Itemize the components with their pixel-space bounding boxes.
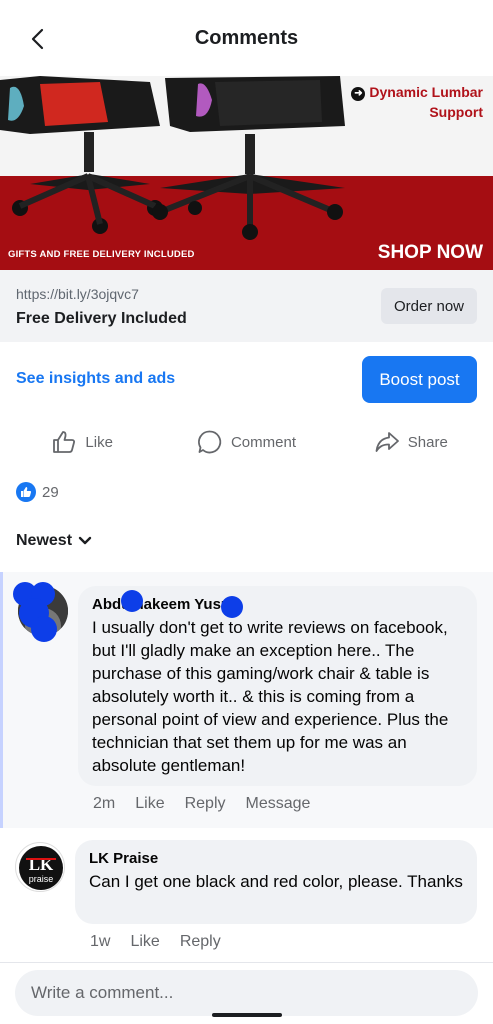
see-insights-link[interactable]: See insights and ads bbox=[16, 370, 175, 388]
chevron-down-icon bbox=[78, 536, 92, 545]
ad-gifts-text: GIFTS AND FREE DELIVERY INCLUDED bbox=[8, 249, 195, 260]
ad-image[interactable]: ➜ Dynamic Lumbar Support GIFTS AND FREE D… bbox=[0, 76, 493, 270]
boost-post-button[interactable]: Boost post bbox=[362, 356, 477, 403]
ad-shop-now-text: SHOP NOW bbox=[377, 242, 483, 263]
back-button[interactable] bbox=[22, 24, 52, 54]
top-bar: Comments bbox=[0, 0, 493, 76]
comment-time: 1w bbox=[90, 933, 111, 950]
link-title: Free Delivery Included bbox=[16, 310, 187, 327]
comment-thread-1: Abdulhakeem Yusuf I usually don't get to… bbox=[0, 572, 493, 828]
share-button[interactable]: Share bbox=[329, 418, 493, 466]
link-preview[interactable]: https://bit.ly/3ojqvc7 Free Delivery Inc… bbox=[0, 270, 493, 342]
sort-dropdown[interactable]: Newest bbox=[16, 532, 92, 550]
comment-message-button[interactable]: Message bbox=[246, 795, 311, 813]
insights-row: See insights and ads Boost post bbox=[0, 342, 493, 418]
comment-time: 2m bbox=[93, 795, 116, 812]
order-now-button[interactable]: Order now bbox=[381, 288, 477, 324]
comment-meta: 2m Like Reply Message bbox=[93, 795, 310, 813]
avatar-logo-subtext: praise bbox=[29, 874, 54, 884]
comment-text: I usually don't get to write reviews on … bbox=[92, 618, 449, 775]
reaction-summary[interactable]: 29 bbox=[16, 482, 59, 502]
share-label: Share bbox=[407, 433, 448, 451]
redaction-mark bbox=[221, 596, 243, 618]
comment-author[interactable]: LK Praise bbox=[89, 850, 463, 867]
sort-label: Newest bbox=[16, 532, 73, 549]
ad-lumbar-line1: Dynamic Lumbar bbox=[369, 84, 483, 100]
comment-reply-button[interactable]: Reply bbox=[185, 795, 226, 813]
comment-thread-2: LK praise LK Praise Can I get one black … bbox=[0, 828, 493, 962]
redaction-mark bbox=[31, 616, 57, 642]
comment-label: Comment bbox=[230, 433, 296, 451]
post-action-bar: Like Comment Share bbox=[0, 418, 493, 466]
like-button[interactable]: Like bbox=[0, 418, 164, 466]
comment-bubble-icon bbox=[198, 430, 222, 454]
home-indicator bbox=[212, 1013, 282, 1017]
page-title: Comments bbox=[194, 26, 299, 49]
gaming-chairs-image bbox=[0, 76, 345, 240]
comment-reply-button[interactable]: Reply bbox=[180, 933, 221, 951]
reaction-count: 29 bbox=[42, 483, 59, 501]
ad-lumbar-line2: Support bbox=[429, 104, 483, 120]
comment-like-button[interactable]: Like bbox=[130, 933, 159, 951]
comment-like-button[interactable]: Like bbox=[135, 795, 164, 813]
comment-bubble: Abdulhakeem Yusuf I usually don't get to… bbox=[78, 586, 477, 786]
like-label: Like bbox=[85, 433, 113, 451]
thumbs-up-icon bbox=[53, 431, 76, 453]
comment-button[interactable]: Comment bbox=[164, 418, 328, 466]
comment-bubble: LK Praise Can I get one black and red co… bbox=[75, 840, 477, 924]
comment-input[interactable] bbox=[15, 970, 478, 1016]
avatar[interactable]: LK praise bbox=[15, 842, 65, 892]
avatar-logo-text: LK bbox=[29, 855, 54, 874]
comment-text: Can I get one black and red color, pleas… bbox=[89, 872, 463, 891]
comment-meta: 1w Like Reply bbox=[90, 933, 221, 951]
chevron-left-icon bbox=[31, 28, 44, 50]
redaction-mark bbox=[121, 590, 143, 612]
comment-author[interactable]: Abdulhakeem Yusuf bbox=[92, 596, 463, 613]
arrow-right-icon: ➜ bbox=[351, 87, 366, 101]
like-reaction-icon bbox=[16, 482, 36, 502]
link-url: https://bit.ly/3ojqvc7 bbox=[16, 286, 139, 302]
share-arrow-icon bbox=[375, 432, 399, 452]
ad-lumbar-text: ➜ Dynamic Lumbar Support bbox=[351, 82, 483, 122]
